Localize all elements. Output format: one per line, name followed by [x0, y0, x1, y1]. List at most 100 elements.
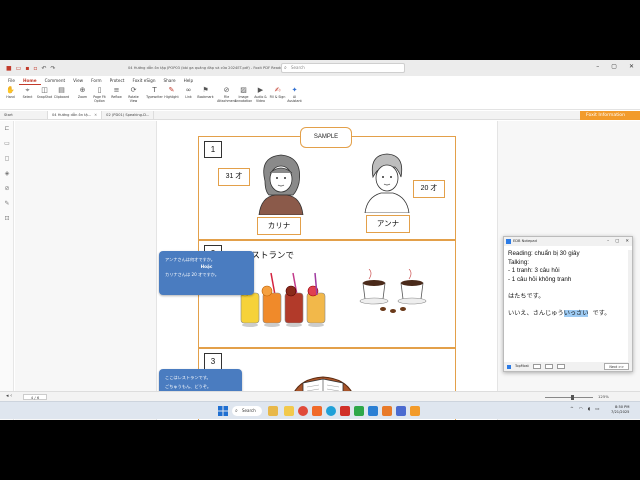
menu-comment[interactable]: Comment — [41, 77, 70, 85]
rotate-label: Rotate View — [128, 95, 139, 103]
notepad-scrollbar[interactable] — [628, 250, 632, 362]
option-box-3[interactable] — [556, 364, 565, 369]
app-icon-green[interactable] — [354, 406, 364, 416]
link-button[interactable]: ∞ Link — [180, 86, 197, 109]
close-icon[interactable]: ✕ — [625, 237, 629, 246]
bookmark-icon: ⚑ — [202, 85, 209, 94]
app-icon-orange[interactable] — [382, 406, 392, 416]
close-tab-icon[interactable]: ✕ — [94, 113, 97, 117]
notepad-window[interactable]: EDB Notepad – ▢ ✕ Reading: chuẩn bị 30 g… — [503, 236, 633, 372]
next-button[interactable]: Next >> — [604, 363, 629, 370]
bookmark-label: Bookmark — [197, 95, 214, 99]
redo-icon[interactable]: ↷ — [51, 65, 56, 72]
close-icon[interactable]: ✕ — [629, 63, 634, 70]
menu-foxit-esign[interactable]: Foxit eSign — [128, 77, 159, 85]
maximize-icon[interactable]: ▢ — [615, 237, 619, 246]
age-box-left: 31 才 — [218, 168, 250, 186]
search-placeholder: Search — [291, 65, 305, 70]
select-button[interactable]: ⌖ Select — [19, 86, 36, 109]
file-attachment-button[interactable]: ⊘ File Attachment — [217, 86, 236, 109]
vscode-icon[interactable] — [368, 406, 378, 416]
search-input[interactable]: ⌕ Search — [281, 63, 405, 73]
photos-app-icon[interactable] — [268, 406, 278, 416]
layers-panel-icon[interactable]: ◈ — [0, 166, 14, 181]
signatures-panel-icon[interactable]: ✎ — [0, 196, 14, 211]
print-icon[interactable]: ▫ — [33, 65, 37, 72]
rotate-view-button[interactable]: ⟳ Rotate View — [125, 86, 142, 109]
snapshot-button[interactable]: ◫ SnapShot — [36, 86, 53, 109]
zoom-slider[interactable] — [545, 395, 593, 400]
status-bar: ◂ ‹ 4 / 6 125% — [0, 391, 640, 401]
zoom-level[interactable]: 125% — [598, 394, 609, 399]
minimize-icon[interactable]: – — [596, 63, 599, 70]
typewriter-button[interactable]: T Typewriter — [146, 86, 163, 109]
taskbar-clock[interactable]: 8:50 PM 7/21/2025 — [611, 405, 629, 415]
bookmarks-panel-icon[interactable]: ⊏ — [0, 121, 14, 136]
left-panel-rail: ⊏ ▭ ◻ ◈ ⊘ ✎ ⊡ — [0, 121, 14, 420]
open-icon[interactable]: ▭ — [16, 65, 22, 72]
menu-form[interactable]: Form — [87, 77, 106, 85]
typewriter-icon: T — [152, 85, 157, 94]
menu-share[interactable]: Share — [159, 77, 179, 85]
maximize-icon[interactable]: ▢ — [611, 63, 617, 70]
edge-icon[interactable] — [326, 406, 336, 416]
window-controls: – ▢ ✕ — [596, 63, 634, 70]
image-annotation-button[interactable]: ▨ Image Annotation — [235, 86, 252, 109]
menu-help[interactable]: Help — [180, 77, 198, 85]
minimize-icon[interactable]: – — [607, 237, 609, 246]
tab-current-label: 04 Hướng dẫn ôn tậ... — [52, 113, 92, 117]
app-icon-blue[interactable] — [396, 406, 406, 416]
page-nav-icons[interactable]: ◂ ‹ — [6, 393, 12, 399]
clipboard-button[interactable]: ▤ Clipboard — [53, 86, 70, 109]
tab-current-document[interactable]: 04 Hướng dẫn ôn tậ... ✕ — [48, 111, 103, 119]
chevron-up-icon[interactable]: ^ — [570, 407, 574, 412]
ai-assistant-button[interactable]: ✦ AI Assistant — [286, 86, 303, 109]
page-fit-button[interactable]: ▯ Page Fit Option — [91, 86, 108, 109]
windows-start-icon[interactable] — [218, 406, 228, 416]
clipboard-label: Clipboard — [53, 95, 70, 99]
pages-panel-icon[interactable]: ▭ — [0, 136, 14, 151]
quick-access: ■ ▭ ▪ ▫ ↶ ↷ — [6, 65, 56, 72]
file-explorer-icon[interactable] — [284, 406, 294, 416]
taskbar-search[interactable]: ⌕ Search — [232, 406, 262, 416]
zoom-slider-handle[interactable] — [571, 395, 574, 400]
reflow-icon: ≡ — [113, 85, 120, 94]
hand-button[interactable]: ✋ Hand — [2, 86, 19, 109]
page-number-input[interactable]: 4 / 6 — [23, 394, 47, 400]
audio-video-button[interactable]: ▶ Audio & Video — [252, 86, 269, 109]
battery-icon[interactable]: ▭ — [595, 407, 599, 412]
notepad-app-icon — [506, 239, 511, 244]
option-box-1[interactable] — [532, 364, 541, 369]
save-icon[interactable]: ▪ — [25, 65, 29, 72]
zoom-button[interactable]: ⊕ Zoom — [74, 86, 91, 109]
reflow-button[interactable]: ≡ Reflow — [108, 86, 125, 109]
menu-view[interactable]: View — [69, 77, 87, 85]
menu-file[interactable]: File — [4, 77, 19, 85]
volume-icon[interactable]: ◖ — [588, 407, 590, 412]
selected-text[interactable]: いっさい — [563, 309, 589, 317]
menu-home[interactable]: Home — [19, 77, 41, 85]
notepad-title-bar[interactable]: EDB Notepad – ▢ ✕ — [504, 237, 632, 246]
brave-icon[interactable] — [312, 406, 322, 416]
tab-start[interactable]: Start — [0, 111, 48, 119]
highlight-button[interactable]: ✎ Highlight — [163, 86, 180, 109]
foxit-taskbar-icon[interactable] — [410, 406, 420, 416]
chrome-icon[interactable] — [298, 406, 308, 416]
rotate-icon: ⟳ — [130, 85, 137, 94]
tab-speaking-document[interactable]: 02 (PD01) Speaking-D... — [102, 111, 155, 119]
foxit-information-button[interactable]: Foxit Information — [580, 111, 640, 120]
comments-panel-icon[interactable]: ◻ — [0, 151, 14, 166]
attachments-panel-icon[interactable]: ⊘ — [0, 181, 14, 196]
app-icon-red[interactable] — [340, 406, 350, 416]
name-box-right: アンナ — [366, 215, 410, 233]
security-panel-icon[interactable]: ⊡ — [0, 211, 14, 226]
bookmark-button[interactable]: ⚑ Bookmark — [197, 86, 214, 109]
notepad-line-answer: いいえ、さんじゅういっさい です。 — [508, 309, 630, 319]
option-box-2[interactable] — [544, 364, 553, 369]
topmost-checkbox[interactable] — [507, 364, 511, 369]
menu-protect[interactable]: Protect — [106, 77, 129, 85]
undo-icon[interactable]: ↶ — [42, 65, 47, 72]
fill-sign-button[interactable]: ✍ Fill & Sign — [269, 86, 286, 109]
wifi-icon[interactable]: ◠ — [579, 407, 583, 412]
notepad-text-area[interactable]: Reading: chuẩn bị 30 giây Talking: - 1 t… — [508, 250, 630, 362]
